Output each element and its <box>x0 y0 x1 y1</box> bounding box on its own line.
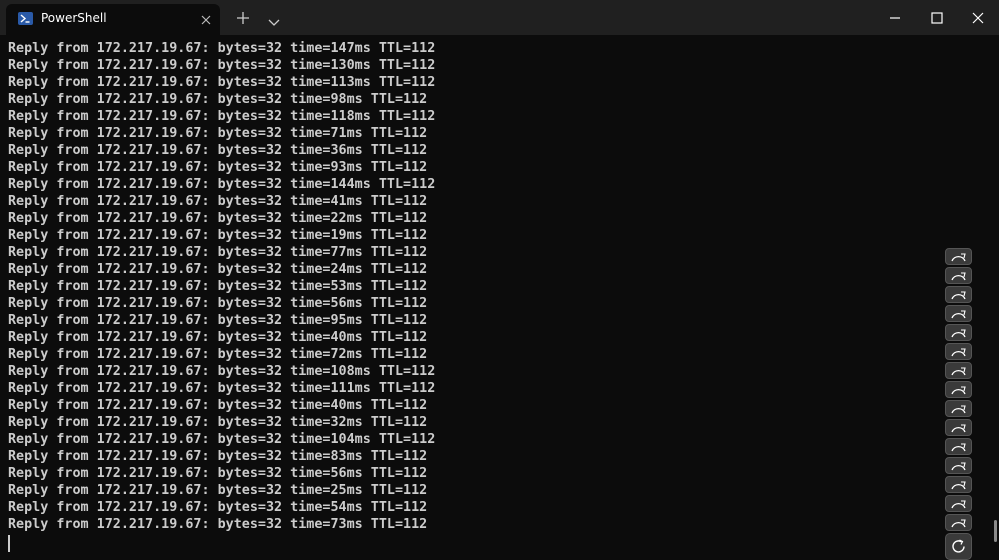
terminal-line: Reply from 172.217.19.67: bytes=32 time=… <box>8 160 428 175</box>
terminal-line: Reply from 172.217.19.67: bytes=32 time=… <box>8 41 436 56</box>
terminal-line: Reply from 172.217.19.67: bytes=32 time=… <box>8 449 428 464</box>
text-cursor <box>8 535 10 552</box>
terminal-line: Reply from 172.217.19.67: bytes=32 time=… <box>8 415 428 430</box>
refresh-icon[interactable] <box>945 248 972 265</box>
refresh-icon[interactable] <box>945 438 972 455</box>
terminal-line: Reply from 172.217.19.67: bytes=32 time=… <box>8 177 436 192</box>
terminal-line: Reply from 172.217.19.67: bytes=32 time=… <box>8 483 428 498</box>
close-tab-icon[interactable] <box>199 12 213 26</box>
terminal-line: Reply from 172.217.19.67: bytes=32 time=… <box>8 109 436 124</box>
terminal-line: Reply from 172.217.19.67: bytes=32 time=… <box>8 432 436 447</box>
terminal-line: Reply from 172.217.19.67: bytes=32 time=… <box>8 381 436 396</box>
terminal-line: Reply from 172.217.19.67: bytes=32 time=… <box>8 296 428 311</box>
powershell-icon <box>18 12 33 25</box>
terminal-line: Reply from 172.217.19.67: bytes=32 time=… <box>8 262 428 277</box>
refresh-icon[interactable] <box>945 419 972 436</box>
terminal-line: Reply from 172.217.19.67: bytes=32 time=… <box>8 500 428 515</box>
tab-title: PowerShell <box>41 11 107 25</box>
refresh-icon[interactable] <box>945 381 972 398</box>
refresh-icon[interactable] <box>945 495 972 512</box>
terminal-line: Reply from 172.217.19.67: bytes=32 time=… <box>8 347 428 362</box>
refresh-icon[interactable] <box>945 533 972 560</box>
close-icon[interactable] <box>963 8 993 28</box>
minimize-icon[interactable] <box>880 8 910 28</box>
terminal-line: Reply from 172.217.19.67: bytes=32 time=… <box>8 58 436 73</box>
chevron-down-icon[interactable] <box>267 12 281 26</box>
refresh-icon[interactable] <box>945 457 972 474</box>
output-lines: Reply from 172.217.19.67: bytes=32 time=… <box>8 40 435 533</box>
refresh-icon[interactable] <box>945 476 972 493</box>
refresh-icon[interactable] <box>945 324 972 341</box>
refresh-icon[interactable] <box>945 343 972 360</box>
terminal-line: Reply from 172.217.19.67: bytes=32 time=… <box>8 517 428 532</box>
terminal-line: Reply from 172.217.19.67: bytes=32 time=… <box>8 245 428 260</box>
tab-powershell[interactable]: PowerShell <box>6 4 220 35</box>
refresh-icon[interactable] <box>945 400 972 417</box>
terminal-line: Reply from 172.217.19.67: bytes=32 time=… <box>8 364 436 379</box>
terminal-line: Reply from 172.217.19.67: bytes=32 time=… <box>8 92 428 107</box>
maximize-icon[interactable] <box>922 8 952 28</box>
terminal-output[interactable]: Reply from 172.217.19.67: bytes=32 time=… <box>0 35 999 559</box>
terminal-line: Reply from 172.217.19.67: bytes=32 time=… <box>8 143 428 158</box>
terminal-line: Reply from 172.217.19.67: bytes=32 time=… <box>8 313 428 328</box>
terminal-line: Reply from 172.217.19.67: bytes=32 time=… <box>8 126 428 141</box>
terminal-line: Reply from 172.217.19.67: bytes=32 time=… <box>8 279 428 294</box>
side-button-stack <box>945 248 972 560</box>
terminal-line: Reply from 172.217.19.67: bytes=32 time=… <box>8 75 436 90</box>
refresh-icon[interactable] <box>945 305 972 322</box>
terminal-line: Reply from 172.217.19.67: bytes=32 time=… <box>8 194 428 209</box>
terminal-line: Reply from 172.217.19.67: bytes=32 time=… <box>8 330 428 345</box>
terminal-line: Reply from 172.217.19.67: bytes=32 time=… <box>8 211 428 226</box>
title-bar: PowerShell <box>0 0 999 35</box>
refresh-icon[interactable] <box>945 267 972 284</box>
terminal-line: Reply from 172.217.19.67: bytes=32 time=… <box>8 398 428 413</box>
refresh-icon[interactable] <box>945 286 972 303</box>
terminal-line: Reply from 172.217.19.67: bytes=32 time=… <box>8 228 428 243</box>
refresh-icon[interactable] <box>945 514 972 531</box>
refresh-icon[interactable] <box>945 362 972 379</box>
terminal-line: Reply from 172.217.19.67: bytes=32 time=… <box>8 466 428 481</box>
plus-icon[interactable] <box>235 10 251 26</box>
scrollbar-thumb[interactable] <box>994 520 997 542</box>
